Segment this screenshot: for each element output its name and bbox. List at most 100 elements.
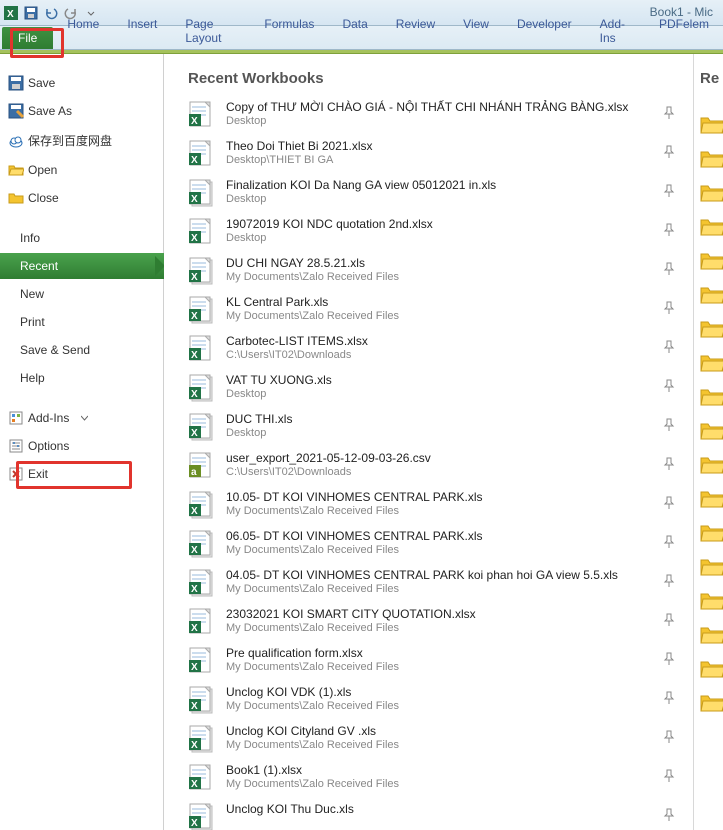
svg-text:X: X (191, 779, 198, 790)
recent-item[interactable]: X Unclog KOI Thu Duc.xls (188, 799, 723, 830)
recent-item[interactable]: X Carbotec-LIST ITEMS.xlsx C:\Users\IT02… (188, 331, 723, 367)
ribbon-tabs: File HomeInsertPage LayoutFormulasDataRe… (0, 26, 723, 50)
sidebar-options[interactable]: Options (0, 433, 163, 459)
recent-places-heading: Re (694, 70, 723, 87)
pin-icon[interactable] (661, 105, 677, 121)
pin-icon[interactable] (661, 729, 677, 745)
pin-icon[interactable] (661, 144, 677, 160)
recent-item[interactable]: X 23032021 KOI SMART CITY QUOTATION.xlsx… (188, 604, 723, 640)
tab-review[interactable]: Review (382, 13, 449, 49)
folder-icon[interactable] (700, 353, 723, 373)
folder-icon[interactable] (700, 149, 723, 169)
tab-data[interactable]: Data (328, 13, 381, 49)
exit-icon (8, 466, 24, 482)
sidebar-baidu[interactable]: 保存到百度网盘 (0, 126, 163, 155)
document-icon: X (188, 490, 216, 520)
sidebar-new[interactable]: New (0, 281, 163, 307)
sidebar-exit[interactable]: Exit (0, 461, 163, 487)
sidebar-save-send[interactable]: Save & Send (0, 337, 163, 363)
tab-developer[interactable]: Developer (503, 13, 586, 49)
recent-item[interactable]: a user_export_2021-05-12-09-03-26.csv C:… (188, 448, 723, 484)
sidebar-help[interactable]: Help (0, 365, 163, 391)
open-folder-icon (8, 162, 24, 178)
recent-item[interactable]: X KL Central Park.xls My Documents\Zalo … (188, 292, 723, 328)
pin-icon[interactable] (661, 300, 677, 316)
tab-formulas[interactable]: Formulas (250, 13, 328, 49)
recent-item[interactable]: X DUC THI.xls Desktop (188, 409, 723, 445)
addins-dropdown-icon (81, 415, 88, 422)
pin-icon[interactable] (661, 690, 677, 706)
folder-icon[interactable] (700, 285, 723, 305)
tab-view[interactable]: View (449, 13, 503, 49)
recent-item[interactable]: X DU CHI NGAY 28.5.21.xls My Documents\Z… (188, 253, 723, 289)
pin-icon[interactable] (661, 807, 677, 823)
sidebar-info[interactable]: Info (0, 225, 163, 251)
pin-icon[interactable] (661, 495, 677, 511)
folder-icon[interactable] (700, 659, 723, 679)
pin-icon[interactable] (661, 768, 677, 784)
recent-item-name: Finalization KOI Da Nang GA view 0501202… (226, 178, 496, 193)
recent-item[interactable]: X Pre qualification form.xlsx My Documen… (188, 643, 723, 679)
folder-icon[interactable] (700, 625, 723, 645)
tab-insert[interactable]: Insert (113, 13, 171, 49)
pin-icon[interactable] (661, 573, 677, 589)
folder-icon[interactable] (700, 319, 723, 339)
document-icon: X (188, 373, 216, 403)
sidebar-recent[interactable]: Recent (0, 253, 164, 279)
recent-item[interactable]: X Theo Doi Thiet Bi 2021.xlsx Desktop\TH… (188, 136, 723, 172)
sidebar-baidu-label: 保存到百度网盘 (28, 132, 112, 149)
sidebar-print[interactable]: Print (0, 309, 163, 335)
sidebar-save[interactable]: Save (0, 70, 163, 96)
document-icon: X (188, 139, 216, 169)
sidebar-open[interactable]: Open (0, 157, 163, 183)
folder-icon[interactable] (700, 183, 723, 203)
recent-item-name: Unclog KOI Thu Duc.xls (226, 802, 354, 817)
document-icon: X (188, 100, 216, 130)
recent-item[interactable]: X 04.05- DT KOI VINHOMES CENTRAL PARK ko… (188, 565, 723, 601)
pin-icon[interactable] (661, 261, 677, 277)
folder-icon[interactable] (700, 251, 723, 271)
folder-icon[interactable] (700, 591, 723, 611)
folder-icon[interactable] (700, 217, 723, 237)
close-folder-icon (8, 190, 24, 206)
recent-item[interactable]: X VAT TU XUONG.xls Desktop (188, 370, 723, 406)
pin-icon[interactable] (661, 222, 677, 238)
tab-pdfelem[interactable]: PDFelem (645, 13, 723, 49)
svg-text:X: X (191, 389, 198, 400)
recent-item[interactable]: X Unclog KOI VDK (1).xls My Documents\Za… (188, 682, 723, 718)
pin-icon[interactable] (661, 378, 677, 394)
sidebar-save-as[interactable]: Save As (0, 98, 163, 124)
recent-item[interactable]: X Book1 (1).xlsx My Documents\Zalo Recei… (188, 760, 723, 796)
recent-item-name: 19072019 KOI NDC quotation 2nd.xlsx (226, 217, 433, 232)
folder-icon[interactable] (700, 693, 723, 713)
folder-icon[interactable] (700, 455, 723, 475)
folder-icon[interactable] (700, 387, 723, 407)
recent-item[interactable]: X Copy of THƯ MỜI CHÀO GIÁ - NỘI THẤT CH… (188, 97, 723, 133)
tab-page-layout[interactable]: Page Layout (171, 13, 250, 49)
pin-icon[interactable] (661, 183, 677, 199)
recent-item[interactable]: X 06.05- DT KOI VINHOMES CENTRAL PARK.xl… (188, 526, 723, 562)
pin-icon[interactable] (661, 534, 677, 550)
tab-add-ins[interactable]: Add-Ins (586, 13, 645, 49)
pin-icon[interactable] (661, 612, 677, 628)
save-qat-icon[interactable] (24, 6, 38, 20)
pin-icon[interactable] (661, 339, 677, 355)
recent-item[interactable]: X Finalization KOI Da Nang GA view 05012… (188, 175, 723, 211)
folder-icon[interactable] (700, 489, 723, 509)
pin-icon[interactable] (661, 456, 677, 472)
pin-icon[interactable] (661, 417, 677, 433)
tab-file[interactable]: File (2, 27, 53, 49)
recent-item[interactable]: X 19072019 KOI NDC quotation 2nd.xlsx De… (188, 214, 723, 250)
tab-home[interactable]: Home (53, 13, 113, 49)
sidebar-addins[interactable]: Add-Ins (0, 405, 163, 431)
recent-item[interactable]: X 10.05- DT KOI VINHOMES CENTRAL PARK.xl… (188, 487, 723, 523)
recent-item[interactable]: X Unclog KOI Cityland GV .xls My Documen… (188, 721, 723, 757)
folder-icon[interactable] (700, 115, 723, 135)
pin-icon[interactable] (661, 651, 677, 667)
folder-icon[interactable] (700, 421, 723, 441)
sidebar-addins-label: Add-Ins (28, 411, 69, 425)
sidebar-close[interactable]: Close (0, 185, 163, 211)
folder-icon[interactable] (700, 523, 723, 543)
folder-icon[interactable] (700, 557, 723, 577)
document-icon: a (188, 451, 216, 481)
